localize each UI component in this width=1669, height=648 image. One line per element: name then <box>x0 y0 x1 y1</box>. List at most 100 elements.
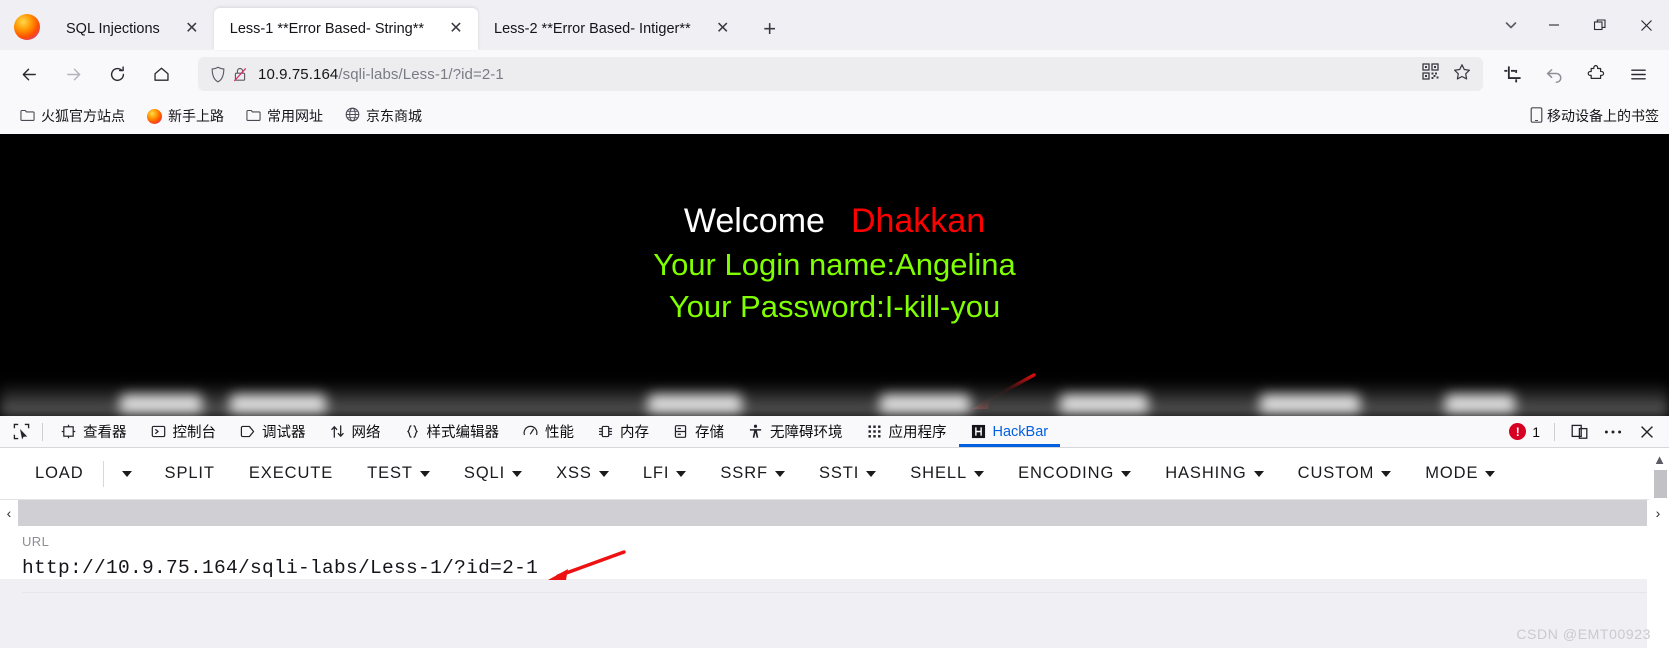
divider <box>102 460 104 487</box>
element-picker-icon[interactable] <box>6 418 36 446</box>
close-icon[interactable]: ✕ <box>442 15 470 43</box>
url-field-label: URL <box>22 534 50 549</box>
devtools-panel: 查看器 控制台 调试器 网络 样式编辑器 性能 内存 存储 无障碍环境 应用程序… <box>0 416 1669 579</box>
devtools-tab-inspector[interactable]: 查看器 <box>49 416 139 447</box>
bookmark-item-1[interactable]: 新手上路 <box>139 103 232 129</box>
scroll-up-icon[interactable]: ▲ <box>1653 452 1666 467</box>
devtools-tab-performance[interactable]: 性能 <box>511 416 586 447</box>
folder-icon <box>246 108 261 125</box>
hackbar-encoding-button[interactable]: ENCODING <box>1001 456 1148 492</box>
tab-label: 调试器 <box>262 425 306 441</box>
network-icon <box>330 424 345 439</box>
devtools-tab-application[interactable]: 应用程序 <box>855 416 959 447</box>
hackbar-ssrf-button[interactable]: SSRF <box>703 456 802 492</box>
shield-icon[interactable] <box>210 66 226 83</box>
hackbar-mode-button[interactable]: MODE <box>1408 456 1512 492</box>
devtools-tab-accessibility[interactable]: 无障碍环境 <box>736 416 855 447</box>
tab-label: 无障碍环境 <box>770 425 843 441</box>
hackbar-hashing-button[interactable]: HASHING <box>1148 456 1280 492</box>
chevron-down-icon[interactable] <box>1491 5 1531 45</box>
home-icon[interactable] <box>144 57 178 91</box>
devtools-tab-strip: 查看器 控制台 调试器 网络 样式编辑器 性能 内存 存储 无障碍环境 应用程序… <box>0 416 1669 448</box>
hackbar-load-dropdown[interactable] <box>106 456 148 492</box>
browser-tab-0[interactable]: SQL Injections ✕ <box>50 8 214 50</box>
close-icon[interactable]: ✕ <box>709 15 737 43</box>
hackbar-vertical-scrollbar[interactable]: ▲ <box>1649 448 1669 500</box>
error-badge[interactable]: ! 1 <box>1509 423 1546 440</box>
hackbar-lfi-button[interactable]: LFI <box>626 456 704 492</box>
bookmark-item-2[interactable]: 常用网址 <box>238 103 331 129</box>
devtools-tab-hackbar[interactable]: HackBar <box>959 416 1061 447</box>
welcome-line: Welcome Dhakkan <box>0 202 1669 241</box>
puzzle-piece-icon[interactable] <box>1577 57 1615 91</box>
reload-icon[interactable] <box>100 57 134 91</box>
undo-arrow-icon[interactable] <box>1535 57 1573 91</box>
url-input[interactable]: http://10.9.75.164/sqli-labs/Less-1/?id=… <box>22 557 1647 579</box>
tab-title: Less-1 **Error Based- String** <box>229 21 424 37</box>
browser-tab-1[interactable]: Less-1 **Error Based- String** ✕ <box>213 8 478 50</box>
star-icon[interactable] <box>1453 63 1471 86</box>
window-controls <box>1491 0 1669 50</box>
restore-button[interactable] <box>1577 0 1623 50</box>
hackbar-horizontal-scrollbar[interactable]: ‹ › <box>0 500 1669 526</box>
scroll-right-icon[interactable]: › <box>1647 500 1669 526</box>
hackbar-load-button[interactable]: LOAD <box>18 456 101 492</box>
memory-icon <box>598 424 613 439</box>
devtools-tab-memory[interactable]: 内存 <box>586 416 661 447</box>
button-label: TEST <box>367 464 413 482</box>
button-label: SSRF <box>720 464 768 482</box>
more-options-icon[interactable] <box>1597 418 1629 446</box>
hamburger-menu-icon[interactable] <box>1619 57 1657 91</box>
bookmark-label: 移动设备上的书签 <box>1547 108 1659 124</box>
close-window-button[interactable] <box>1623 0 1669 50</box>
bookmark-item-0[interactable]: 火狐官方站点 <box>12 103 133 129</box>
scrollbar-track[interactable] <box>18 500 1647 526</box>
hackbar-sqli-button[interactable]: SQLI <box>447 456 539 492</box>
tab-label: 应用程序 <box>888 425 947 441</box>
application-icon <box>867 424 882 439</box>
login-name-line: Your Login name:Angelina <box>653 247 1016 282</box>
button-label: EXECUTE <box>248 464 334 482</box>
tab-label: 查看器 <box>83 425 127 441</box>
scrollbar-thumb[interactable] <box>1654 470 1667 498</box>
annotation-arrow-hackbar <box>548 550 626 580</box>
devtools-tab-console[interactable]: 控制台 <box>139 416 229 447</box>
bookmarks-bar: 火狐官方站点 新手上路 常用网址 京东商城 移动设备上的书签 <box>0 98 1669 134</box>
tab-label: 样式编辑器 <box>426 425 500 441</box>
scroll-left-icon[interactable]: ‹ <box>0 500 18 526</box>
close-icon[interactable]: ✕ <box>178 15 206 43</box>
devtools-tab-debugger[interactable]: 调试器 <box>228 416 318 447</box>
hackbar-custom-button[interactable]: CUSTOM <box>1281 456 1409 492</box>
close-devtools-icon[interactable] <box>1631 418 1663 446</box>
url-field-underline <box>22 592 1647 593</box>
console-icon <box>151 424 166 439</box>
bookmark-item-mobile[interactable]: 移动设备上的书签 <box>1530 106 1659 126</box>
browser-tab-2[interactable]: Less-2 **Error Based- Intiger** ✕ <box>478 8 745 50</box>
button-label: SPLIT <box>164 464 215 482</box>
minimize-button[interactable] <box>1531 0 1577 50</box>
crop-screenshot-icon[interactable] <box>1493 57 1531 91</box>
button-label: SHELL <box>910 464 968 482</box>
hackbar-ssti-button[interactable]: SSTI <box>802 456 893 492</box>
lock-crossed-icon[interactable] <box>232 66 248 83</box>
button-label: LOAD <box>35 464 84 482</box>
responsive-design-icon[interactable] <box>1563 418 1595 446</box>
devtools-tab-storage[interactable]: 存储 <box>661 416 736 447</box>
browser-window: SQL Injections ✕ Less-1 **Error Based- S… <box>0 0 1669 648</box>
bookmark-item-3[interactable]: 京东商城 <box>337 103 430 129</box>
tab-title: SQL Injections <box>66 21 160 37</box>
back-arrow-icon[interactable] <box>12 57 46 91</box>
devtools-tab-style-editor[interactable]: 样式编辑器 <box>393 416 512 447</box>
bookmark-label: 京东商城 <box>366 108 422 124</box>
qr-code-icon[interactable] <box>1422 63 1439 85</box>
devtools-tab-network[interactable]: 网络 <box>318 416 393 447</box>
hackbar-execute-button[interactable]: EXECUTE <box>232 456 350 492</box>
hackbar-split-button[interactable]: SPLIT <box>148 456 232 492</box>
address-bar[interactable]: 10.9.75.164/sqli-labs/Less-1/?id=2-1 <box>198 57 1483 91</box>
scrollbar-thumb[interactable] <box>18 500 1411 526</box>
hackbar-shell-button[interactable]: SHELL <box>893 456 1001 492</box>
hackbar-test-button[interactable]: TEST <box>350 456 447 492</box>
chevron-down-icon <box>598 470 609 477</box>
hackbar-xss-button[interactable]: XSS <box>539 456 626 492</box>
new-tab-button[interactable]: + <box>753 12 787 46</box>
